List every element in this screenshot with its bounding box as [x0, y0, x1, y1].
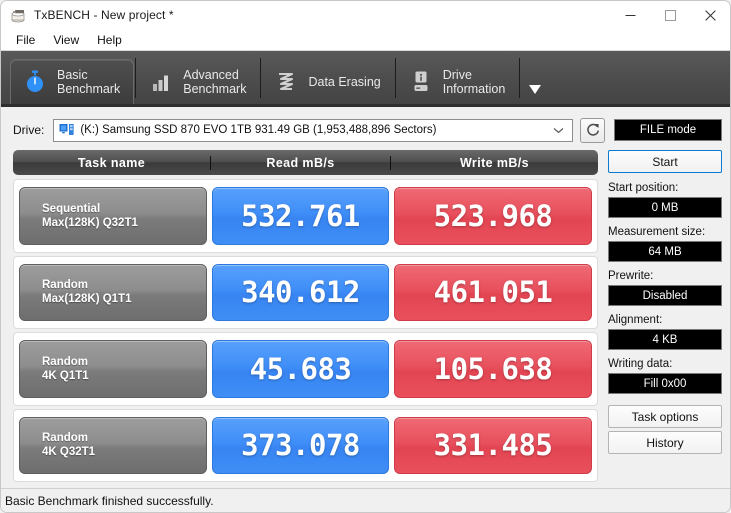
close-button[interactable]	[690, 1, 730, 29]
results-rows: Sequential Max(128K) Q32T1 532.761 523.9…	[13, 175, 598, 482]
txbench-window: TxBENCH - New project * File View Help B…	[0, 0, 731, 513]
tab-data-erasing[interactable]: Data Erasing	[262, 59, 393, 104]
tab-drive-information[interactable]: Drive Information	[397, 59, 519, 104]
refresh-icon	[586, 123, 599, 136]
tab-drive-information-label: Drive Information	[442, 67, 506, 96]
read-value: 45.683	[212, 340, 389, 398]
column-header-write: Write mB/s	[390, 155, 598, 170]
task-button[interactable]: Sequential Max(128K) Q32T1	[19, 187, 207, 245]
writing-data-value[interactable]: Fill 0x00	[608, 373, 722, 394]
task-name-line1: Random	[42, 355, 88, 368]
task-name-line2: 4K Q32T1	[42, 446, 96, 459]
drive-info-icon	[408, 68, 434, 96]
status-message: Basic Benchmark finished successfully.	[5, 493, 214, 508]
read-value: 340.612	[212, 263, 389, 321]
status-bar: Basic Benchmark finished successfully.	[1, 488, 730, 512]
prewrite-value[interactable]: Disabled	[608, 285, 722, 306]
alignment-label: Alignment:	[608, 314, 663, 326]
prewrite-label: Prewrite:	[608, 270, 654, 282]
tab-overflow-button[interactable]	[527, 82, 543, 100]
chevron-down-icon	[529, 85, 542, 94]
table-row: Random Max(128K) Q1T1 340.612 461.051	[13, 255, 598, 329]
table-row: Random 4K Q32T1 373.078 331.485	[13, 408, 598, 482]
tab-advanced-benchmark[interactable]: Advanced Benchmark	[137, 59, 259, 104]
task-button[interactable]: Random 4K Q32T1	[19, 416, 207, 474]
start-position-label: Start position:	[608, 182, 679, 194]
column-header-read: Read mB/s	[210, 155, 390, 170]
tab-separator	[135, 57, 137, 98]
tab-separator	[394, 57, 396, 98]
drive-selection-row: Drive: (K:) Samsung SSD 870 EVO 1TB 931.…	[1, 114, 730, 146]
task-button[interactable]: Random 4K Q1T1	[19, 340, 207, 398]
write-value: 523.968	[394, 187, 592, 245]
bar-chart-icon	[148, 68, 174, 96]
measurement-size-label: Measurement size:	[608, 226, 706, 238]
menu-item-help[interactable]: Help	[88, 31, 131, 49]
window-title: TxBENCH - New project *	[34, 8, 174, 22]
app-icon	[10, 7, 26, 23]
task-button[interactable]: Random Max(128K) Q1T1	[19, 263, 207, 321]
refresh-drive-button[interactable]	[580, 117, 605, 143]
task-name-line2: Max(128K) Q32T1	[42, 216, 138, 229]
main-content: Task name Read mB/s Write mB/s Sequentia…	[1, 146, 730, 482]
tab-advanced-benchmark-label: Advanced Benchmark	[183, 67, 247, 96]
task-name-line1: Random	[42, 279, 88, 292]
read-value: 373.078	[212, 416, 389, 474]
results-header: Task name Read mB/s Write mB/s	[13, 150, 598, 175]
file-mode-badge[interactable]: FILE mode	[614, 119, 722, 141]
stopwatch-icon	[22, 68, 48, 96]
minimize-button[interactable]	[610, 1, 650, 29]
start-button[interactable]: Start	[608, 150, 722, 173]
chevron-down-icon	[553, 121, 564, 139]
drive-icon	[59, 123, 75, 137]
alignment-value[interactable]: 4 KB	[608, 329, 722, 350]
drive-select-value: (K:) Samsung SSD 870 EVO 1TB 931.49 GB (…	[80, 124, 437, 136]
tab-bar: Basic Benchmark Advanced Benchmark Data …	[1, 51, 730, 107]
writing-data-label: Writing data:	[608, 358, 673, 370]
title-bar: TxBENCH - New project *	[1, 1, 730, 29]
task-name-line2: 4K Q1T1	[42, 369, 89, 382]
tab-separator	[519, 57, 521, 98]
tab-separator	[260, 57, 262, 98]
maximize-icon	[664, 9, 676, 21]
measurement-size-value[interactable]: 64 MB	[608, 241, 722, 262]
close-icon	[704, 9, 716, 21]
menu-item-view[interactable]: View	[44, 31, 88, 49]
table-row: Random 4K Q1T1 45.683 105.638	[13, 332, 598, 406]
menu-bar: File View Help	[1, 29, 730, 51]
write-value: 331.485	[394, 416, 592, 474]
write-value: 105.638	[394, 340, 592, 398]
tab-basic-benchmark-label: Basic Benchmark	[57, 68, 121, 96]
start-position-value[interactable]: 0 MB	[608, 197, 722, 218]
benchmark-results: Task name Read mB/s Write mB/s Sequentia…	[13, 146, 598, 482]
column-header-task-name: Task name	[77, 155, 146, 170]
maximize-button[interactable]	[650, 1, 690, 29]
shredder-icon	[273, 68, 299, 96]
drive-select[interactable]: (K:) Samsung SSD 870 EVO 1TB 931.49 GB (…	[53, 118, 573, 142]
menu-item-file[interactable]: File	[7, 31, 44, 49]
task-name-line1: Sequential	[42, 202, 101, 215]
write-value: 461.051	[394, 263, 592, 321]
task-name-line1: Random	[42, 432, 88, 445]
history-button[interactable]: History	[608, 431, 722, 454]
window-controls	[610, 1, 730, 29]
task-name-line2: Max(128K) Q1T1	[42, 293, 132, 306]
tab-basic-benchmark[interactable]: Basic Benchmark	[10, 59, 135, 104]
table-row: Sequential Max(128K) Q32T1 532.761 523.9…	[13, 179, 598, 253]
drive-label: Drive:	[13, 123, 45, 137]
tab-data-erasing-label: Data Erasing	[308, 74, 381, 89]
read-value: 532.761	[212, 187, 389, 245]
task-options-button[interactable]: Task options	[608, 405, 722, 428]
minimize-icon	[625, 14, 635, 16]
settings-sidebar: Start Start position: 0 MB Measurement s…	[608, 146, 722, 482]
